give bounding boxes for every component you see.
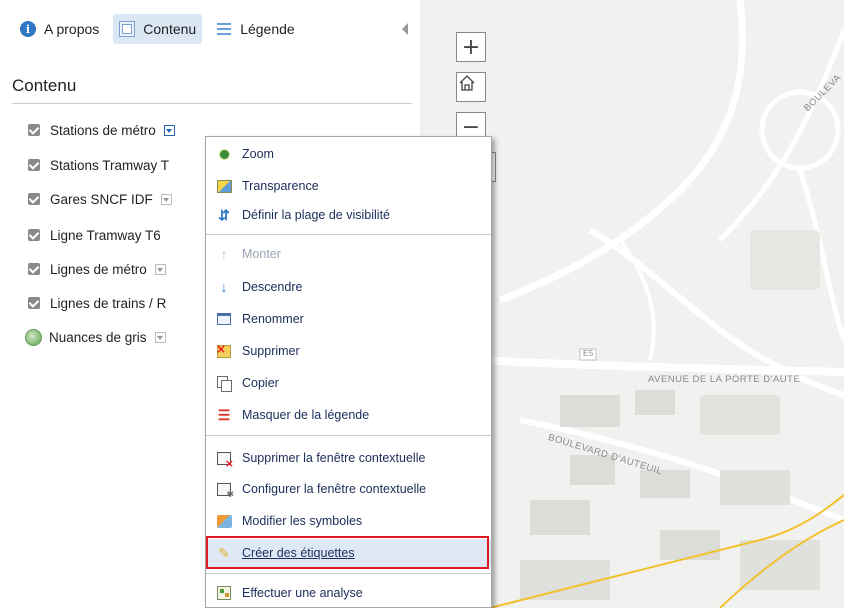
menu-item-label: Supprimer la fenêtre contextuelle xyxy=(242,451,426,465)
layer-item[interactable]: Gares SNCF IDF xyxy=(28,188,172,210)
tab-about-label: A propos xyxy=(44,21,100,37)
layer-item[interactable]: Stations Tramway T xyxy=(28,154,169,176)
divider xyxy=(12,103,412,104)
layer-checkbox[interactable] xyxy=(28,229,40,241)
menu-item-label: Supprimer xyxy=(242,344,300,358)
layer-label: Gares SNCF IDF xyxy=(50,191,153,207)
menu-item-visibility-range[interactable]: ⇵ Définir la plage de visibilité xyxy=(206,201,491,229)
collapse-panel-icon[interactable] xyxy=(402,23,408,35)
panel-tabs: i A propos Contenu Légende xyxy=(14,14,309,44)
tab-contents[interactable]: Contenu xyxy=(113,14,203,44)
home-button[interactable] xyxy=(456,72,486,102)
content-icon xyxy=(119,21,136,37)
menu-item-move-down[interactable]: ↓ Descendre xyxy=(206,273,491,301)
tab-contents-label: Contenu xyxy=(143,21,197,37)
analysis-icon xyxy=(216,585,232,601)
zoom-icon xyxy=(216,146,232,162)
menu-item-label: Zoom xyxy=(242,147,274,161)
highlight-frame xyxy=(206,536,489,569)
layer-label: Lignes de trains / R xyxy=(50,295,167,311)
layer-checkbox[interactable] xyxy=(28,193,40,205)
menu-item-transparency[interactable]: Transparence xyxy=(206,172,491,200)
arrow-down-icon: ↓ xyxy=(220,279,228,295)
layer-label: Ligne Tramway T6 xyxy=(50,227,161,243)
home-icon xyxy=(459,75,475,91)
layer-checkbox[interactable] xyxy=(28,297,40,309)
transparency-icon xyxy=(216,178,232,194)
menu-item-label: Modifier les symboles xyxy=(242,514,363,528)
menu-item-perform-analysis[interactable]: Effectuer une analyse xyxy=(206,579,491,607)
zoom-in-button[interactable]: + xyxy=(456,32,486,62)
menu-item-zoom[interactable]: Zoom xyxy=(206,140,491,168)
layer-options-dropdown-icon[interactable] xyxy=(160,193,172,205)
menu-item-label: Définir la plage de visibilité xyxy=(242,208,390,222)
menu-item-label: Descendre xyxy=(242,280,303,294)
legend-icon xyxy=(216,21,232,37)
menu-item-delete[interactable]: Supprimer xyxy=(206,337,491,365)
map-road-shield: E5 xyxy=(583,349,594,358)
visibility-range-icon: ⇵ xyxy=(218,207,230,223)
menu-item-move-up: ↑ Monter xyxy=(206,240,491,268)
hide-legend-icon: ☰ xyxy=(217,407,231,423)
layer-options-dropdown-icon[interactable] xyxy=(154,331,166,343)
layer-options-dropdown-icon[interactable] xyxy=(154,263,166,275)
menu-item-hide-legend[interactable]: ☰ Masquer de la légende xyxy=(206,401,491,429)
layer-label: Lignes de métro xyxy=(50,261,147,277)
tab-about[interactable]: i A propos xyxy=(14,14,105,44)
basemap-item[interactable]: Nuances de gris xyxy=(25,326,166,348)
map-street-label: AVENUE DE LA PORTE D'AUTE xyxy=(648,374,801,385)
info-icon: i xyxy=(20,21,36,37)
layer-checkbox[interactable] xyxy=(28,263,40,275)
menu-item-label: Masquer de la légende xyxy=(242,408,370,422)
menu-separator xyxy=(206,435,491,436)
menu-item-label: Monter xyxy=(242,247,281,261)
menu-item-label: Configurer la fenêtre contextuelle xyxy=(242,482,427,496)
menu-separator xyxy=(206,234,491,235)
tab-legend[interactable]: Légende xyxy=(210,14,301,44)
layer-options-dropdown-icon[interactable] xyxy=(163,124,175,136)
delete-icon xyxy=(216,342,232,359)
arrow-up-icon: ↑ xyxy=(220,246,228,262)
layer-item[interactable]: Lignes de métro xyxy=(28,258,166,280)
layer-item[interactable]: Stations de métro xyxy=(28,119,175,141)
delete-popup-icon xyxy=(216,450,234,470)
layer-item[interactable]: Lignes de trains / R xyxy=(28,292,166,314)
tab-legend-label: Légende xyxy=(240,21,295,37)
menu-item-configure-popup[interactable]: Configurer la fenêtre contextuelle xyxy=(206,475,491,503)
configure-popup-icon xyxy=(216,481,234,500)
layer-item[interactable]: Ligne Tramway T6 xyxy=(28,224,161,246)
symbols-icon xyxy=(216,513,232,529)
layer-label: Nuances de gris xyxy=(49,329,147,345)
menu-item-label: Effectuer une analyse xyxy=(242,586,363,600)
menu-item-label: Copier xyxy=(242,376,279,390)
copy-icon xyxy=(216,375,232,392)
layer-checkbox[interactable] xyxy=(28,159,40,171)
panel-title: Contenu xyxy=(12,76,77,95)
layer-label: Stations de métro xyxy=(50,122,156,138)
menu-item-copy[interactable]: Copier xyxy=(206,369,491,397)
menu-item-delete-popup[interactable]: Supprimer la fenêtre contextuelle xyxy=(206,444,491,472)
menu-item-label: Renommer xyxy=(242,312,304,326)
menu-item-change-symbols[interactable]: Modifier les symboles xyxy=(206,507,491,535)
layer-label: Stations Tramway T xyxy=(50,157,170,173)
basemap-globe-icon xyxy=(25,328,42,346)
menu-item-rename[interactable]: Renommer xyxy=(206,305,491,333)
rename-icon xyxy=(216,311,232,327)
menu-item-label: Transparence xyxy=(242,179,319,193)
layer-checkbox[interactable] xyxy=(28,124,40,136)
menu-separator xyxy=(206,573,491,574)
